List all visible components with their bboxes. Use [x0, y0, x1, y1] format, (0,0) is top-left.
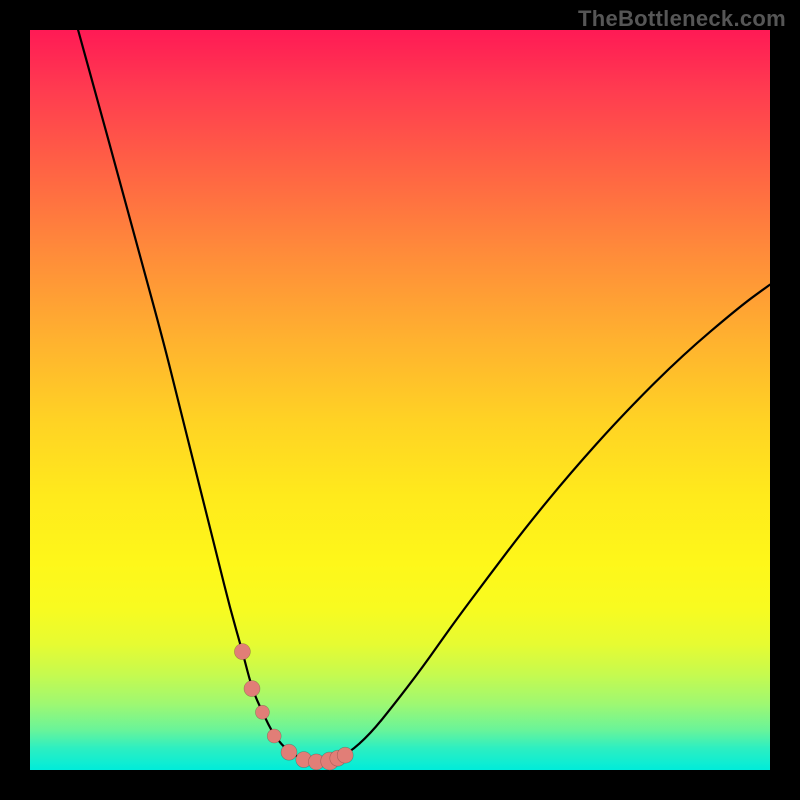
- plot-area: [30, 30, 770, 770]
- data-marker: [267, 729, 281, 743]
- chart-svg: [30, 30, 770, 770]
- data-marker: [234, 644, 250, 660]
- data-marker: [337, 747, 353, 763]
- watermark-text: TheBottleneck.com: [578, 6, 786, 32]
- marker-group: [234, 644, 353, 771]
- data-marker: [244, 681, 260, 697]
- data-marker: [255, 705, 269, 719]
- data-marker: [281, 744, 297, 760]
- bottleneck-curve: [78, 30, 770, 762]
- chart-frame: TheBottleneck.com: [0, 0, 800, 800]
